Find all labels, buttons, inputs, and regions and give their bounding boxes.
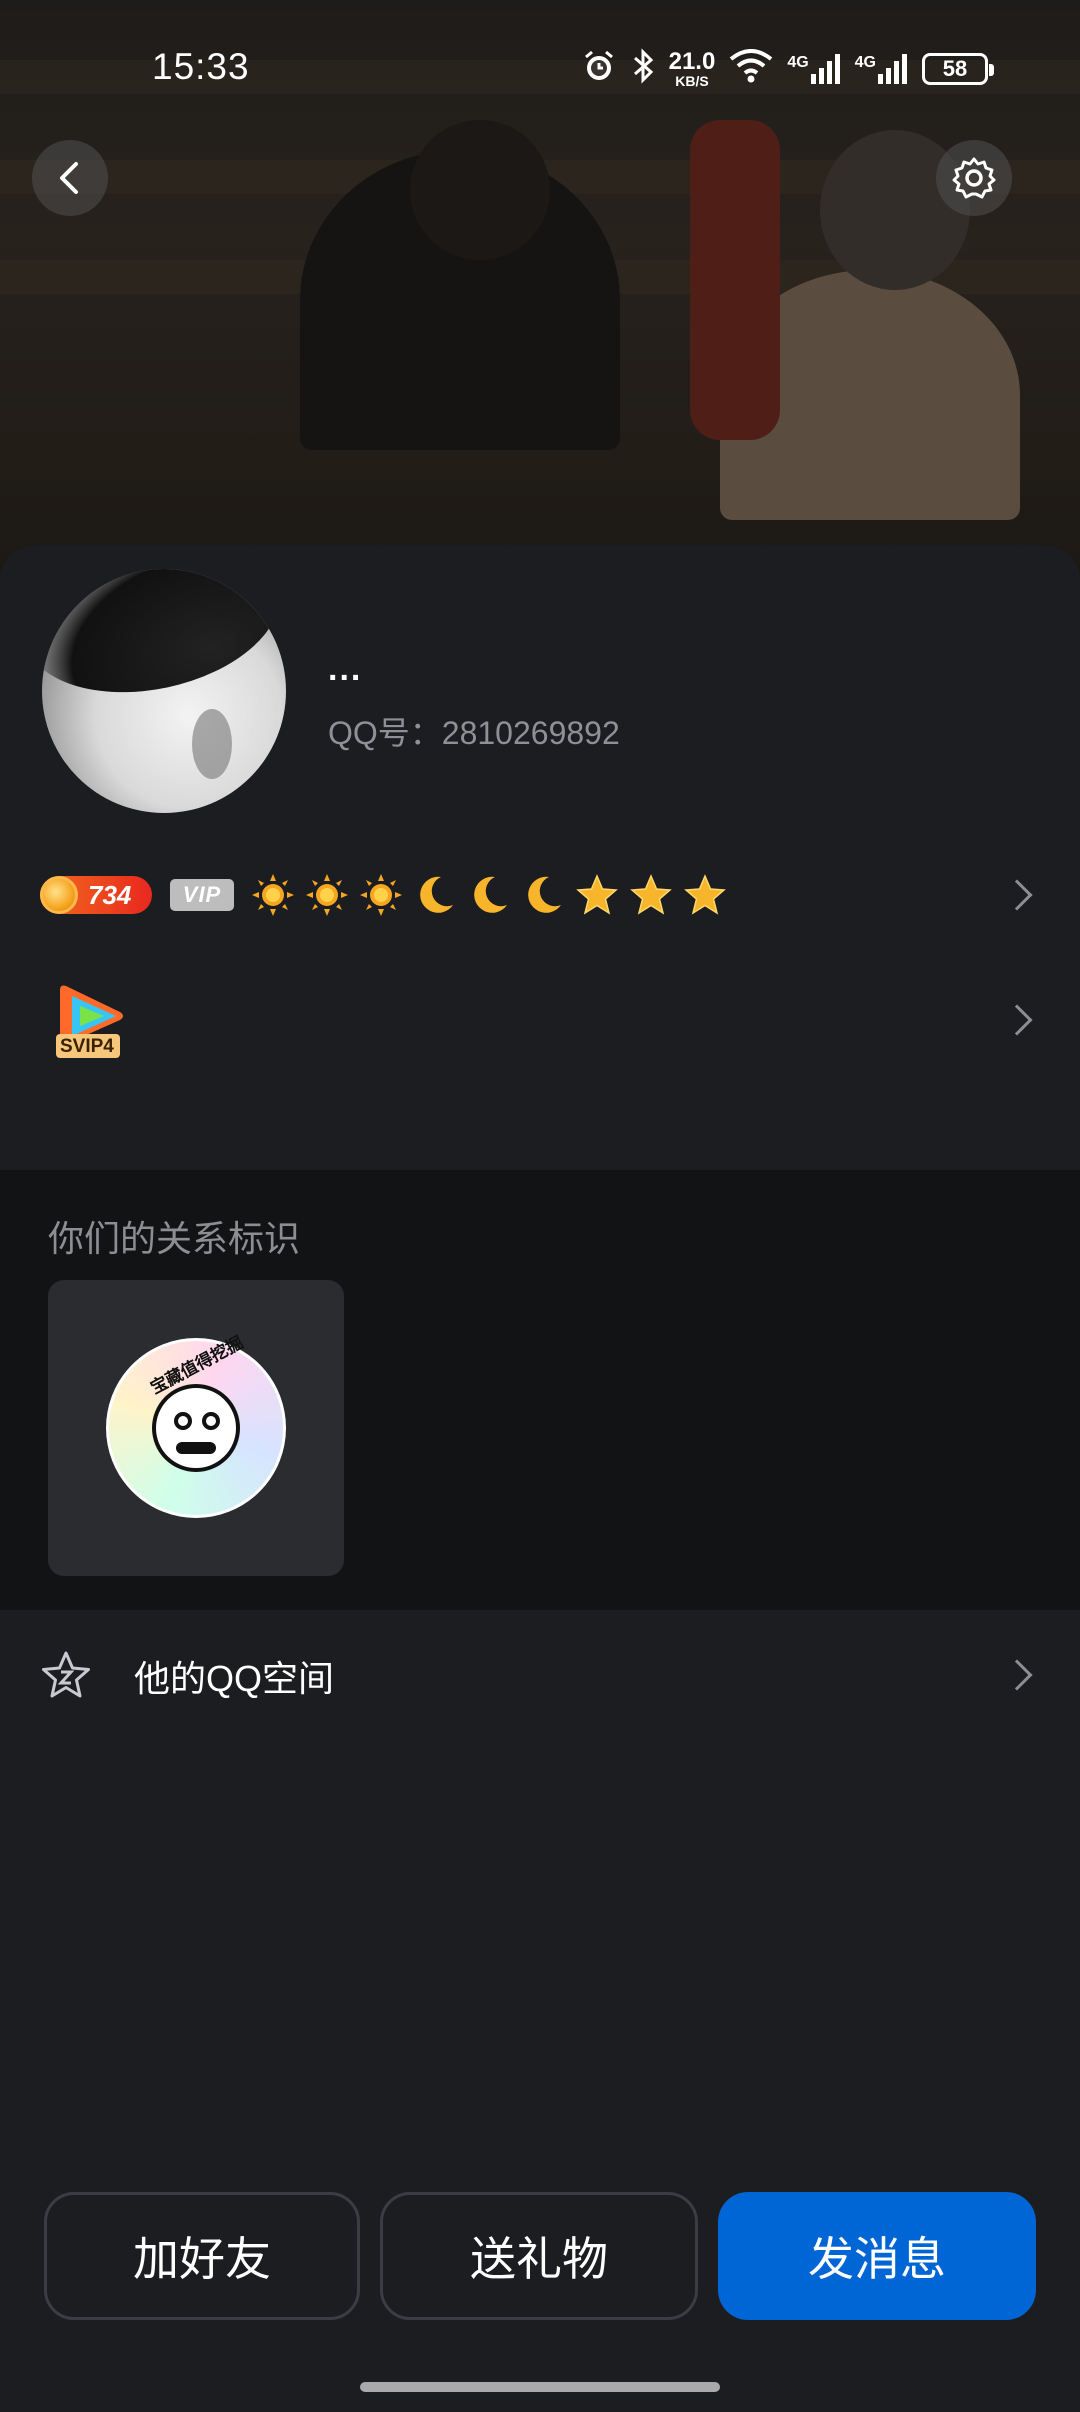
star-icon bbox=[682, 872, 728, 918]
chevron-left-icon bbox=[60, 162, 78, 194]
profile-card: ... QQ号：2810269892 734 VIP SVIP4 bbox=[0, 545, 1080, 1170]
chevron-right-icon bbox=[1001, 1004, 1033, 1036]
alarm-icon bbox=[581, 48, 617, 89]
bluetooth-icon bbox=[631, 48, 655, 89]
add-friend-button[interactable]: 加好友 bbox=[44, 2192, 360, 2320]
chevron-right-icon bbox=[1001, 1659, 1033, 1691]
vip-badge: VIP bbox=[170, 879, 234, 911]
send-message-button[interactable]: 发消息 bbox=[718, 2192, 1036, 2320]
gear-icon bbox=[952, 157, 996, 199]
sim2-label: 4G bbox=[854, 53, 876, 71]
relationship-badge-tile[interactable]: 宝藏值得挖掘 bbox=[48, 1280, 344, 1576]
nickname: ... bbox=[328, 650, 363, 688]
status-time: 15:33 bbox=[152, 46, 250, 87]
coin-icon bbox=[40, 876, 78, 914]
sim1-label: 4G bbox=[787, 53, 809, 71]
sun-icon bbox=[358, 872, 404, 918]
avatar[interactable] bbox=[42, 569, 286, 813]
wifi-icon bbox=[729, 49, 773, 88]
chevron-right-icon bbox=[1001, 879, 1033, 911]
coin-count: 734 bbox=[88, 879, 132, 910]
sun-icon bbox=[250, 872, 296, 918]
status-bar: 15:33 21.0 KB/S 4G 4G 58 bbox=[0, 0, 1080, 120]
level-row[interactable]: 734 VIP bbox=[0, 865, 1080, 925]
home-indicator[interactable] bbox=[360, 2382, 720, 2392]
svip-badge: SVIP4 bbox=[50, 982, 130, 1058]
relationship-section: 你们的关系标识 宝藏值得挖掘 bbox=[0, 1170, 1080, 1610]
qzone-label: 他的QQ空间 bbox=[134, 1658, 335, 1699]
sun-icon bbox=[304, 872, 350, 918]
network-speed: 21.0 KB/S bbox=[668, 47, 716, 89]
qq-level-icons bbox=[250, 872, 728, 918]
qzone-star-icon bbox=[40, 1650, 92, 1705]
send-gift-button[interactable]: 送礼物 bbox=[380, 2192, 698, 2320]
network-speed-value: 21.0 bbox=[668, 47, 716, 75]
back-button[interactable] bbox=[32, 140, 108, 216]
smiley-face-icon bbox=[152, 1384, 240, 1472]
svip-label: SVIP4 bbox=[60, 1036, 114, 1057]
relationship-title: 你们的关系标识 bbox=[48, 1218, 301, 1259]
settings-button[interactable] bbox=[936, 140, 1012, 216]
signal-sim2-icon: 4G bbox=[854, 53, 908, 84]
moon-icon bbox=[520, 872, 566, 918]
star-icon bbox=[574, 872, 620, 918]
coin-badge: 734 bbox=[40, 876, 152, 914]
signal-sim1-icon: 4G bbox=[787, 53, 840, 84]
qzone-row[interactable]: 他的QQ空间 bbox=[0, 1610, 1080, 1740]
star-icon bbox=[628, 872, 674, 918]
moon-icon bbox=[412, 872, 458, 918]
moon-icon bbox=[466, 872, 512, 918]
qq-number: QQ号：2810269892 bbox=[328, 715, 620, 751]
svip-row[interactable]: SVIP4 bbox=[0, 980, 1080, 1060]
battery-icon: 58 bbox=[922, 52, 994, 85]
network-speed-unit: KB/S bbox=[675, 72, 709, 89]
relationship-sticker: 宝藏值得挖掘 bbox=[106, 1333, 286, 1518]
